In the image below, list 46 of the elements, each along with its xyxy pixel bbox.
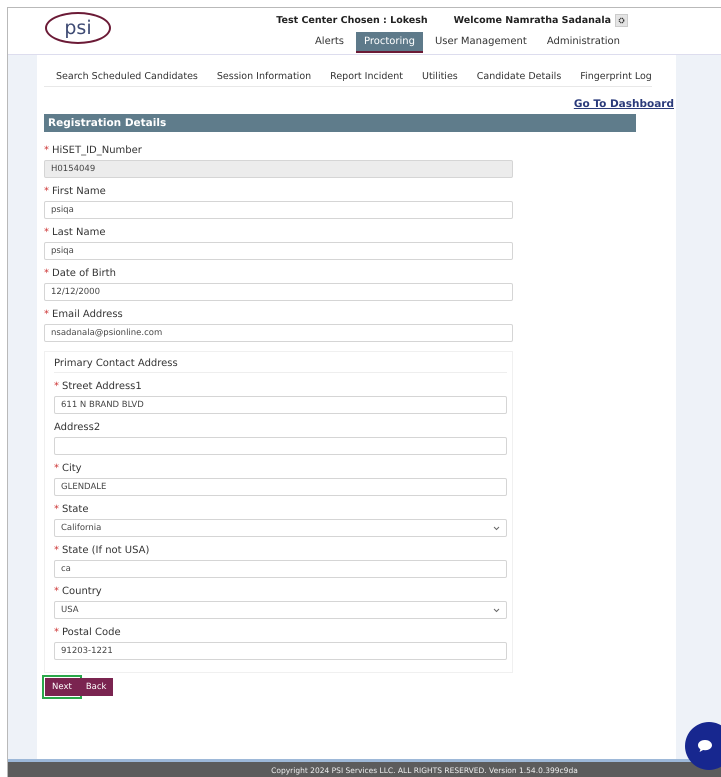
chevron-icon bbox=[493, 526, 500, 530]
subnav-tab[interactable]: Fingerprint Log bbox=[580, 71, 652, 82]
field-label: * Date of Birth bbox=[44, 268, 117, 279]
select-field[interactable]: California bbox=[54, 519, 507, 537]
field-label: * State bbox=[54, 504, 90, 515]
welcome-text: Welcome Namratha Sadanala bbox=[454, 14, 611, 26]
subnav-tab[interactable]: Report Incident bbox=[330, 71, 403, 82]
input-field[interactable]: 12/12/2000 bbox=[44, 283, 513, 301]
nav-tab[interactable]: Alerts bbox=[306, 32, 352, 53]
chat-button[interactable] bbox=[685, 722, 721, 770]
input-field[interactable]: GLENDALE bbox=[54, 478, 507, 496]
nav-tab[interactable]: Proctoring bbox=[356, 32, 423, 53]
input-field[interactable]: psiqa bbox=[44, 201, 513, 219]
section-title: Primary Contact Address bbox=[54, 358, 507, 373]
input-field[interactable]: ca bbox=[54, 560, 507, 578]
field-label: * Postal Code bbox=[54, 627, 122, 638]
field-label: * State (If not USA) bbox=[54, 545, 150, 556]
field-label: * Country bbox=[54, 586, 103, 597]
next-button[interactable]: Next bbox=[45, 678, 79, 696]
nav-tab[interactable]: Administration bbox=[538, 32, 628, 53]
logo: psi bbox=[45, 12, 111, 44]
field-label: * Email Address bbox=[44, 309, 124, 320]
field-label: * HiSET_ID_Number bbox=[44, 145, 143, 156]
settings-icon[interactable] bbox=[615, 14, 628, 26]
subnav-tab[interactable]: Candidate Details bbox=[476, 71, 562, 82]
input-field[interactable] bbox=[54, 437, 507, 455]
field-label: * Street Address1 bbox=[54, 381, 143, 392]
panel-title: Registration Details bbox=[44, 114, 636, 132]
field-label: * City bbox=[54, 463, 83, 474]
subnav-tab[interactable]: Session Information bbox=[216, 71, 312, 82]
field-label: * Last Name bbox=[44, 227, 107, 238]
chat-icon bbox=[697, 739, 713, 753]
field-label: * First Name bbox=[44, 186, 107, 197]
nav-tab[interactable]: User Management bbox=[426, 32, 535, 53]
chevron-icon bbox=[493, 608, 500, 612]
input-field[interactable]: 91203-1221 bbox=[54, 642, 507, 660]
input-field[interactable]: psiqa bbox=[44, 242, 513, 260]
subnav-tab[interactable]: Search Scheduled Candidates bbox=[56, 71, 198, 82]
dashboard-link[interactable]: Go To Dashboard bbox=[574, 98, 674, 110]
input-field[interactable]: 611 N BRAND BLVD bbox=[54, 396, 507, 414]
field-label: Address2 bbox=[54, 422, 102, 433]
subnav-tab[interactable]: Utilities bbox=[422, 71, 458, 82]
input-field[interactable]: nsadanala@psionline.com bbox=[44, 324, 513, 342]
back-button[interactable]: Back bbox=[78, 678, 114, 696]
test-center-text: Test Center Chosen : Lokesh bbox=[276, 14, 428, 26]
select-field[interactable]: USA bbox=[54, 601, 507, 619]
